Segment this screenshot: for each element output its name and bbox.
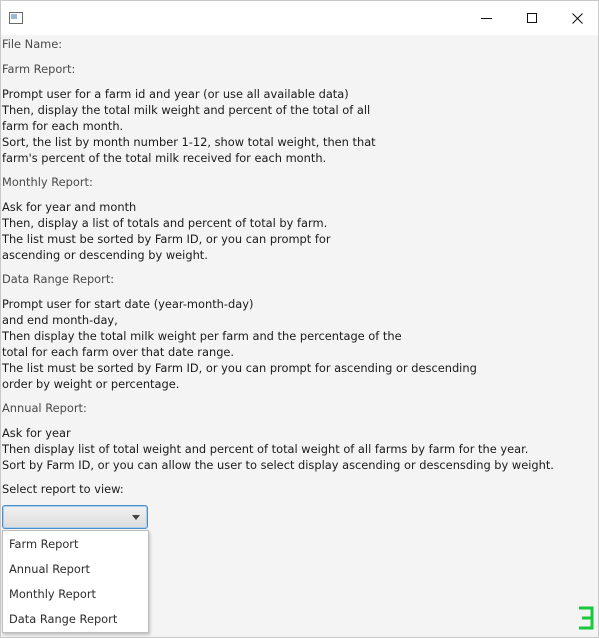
dropdown-option-monthly-report[interactable]: Monthly Report <box>3 582 148 607</box>
data-range-report-line: total for each farm over that date range… <box>2 345 235 359</box>
monthly-report-line: Then, display a list of totals and perce… <box>2 216 328 230</box>
dropdown-option-annual-report[interactable]: Annual Report <box>3 557 148 582</box>
overlay-badge-icon <box>579 606 594 630</box>
monthly-report-heading: Monthly Report: <box>2 175 93 189</box>
close-button[interactable] <box>554 1 599 35</box>
data-range-report-line: and end month-day, <box>2 313 118 327</box>
title-bar[interactable] <box>1 1 598 35</box>
data-range-report-line: The list must be sorted by Farm ID, or y… <box>2 361 477 375</box>
farm-report-line: Then, display the total milk weight and … <box>2 103 371 117</box>
report-select-dropdown: Farm Report Annual Report Monthly Report… <box>2 530 149 633</box>
minimize-button[interactable] <box>464 1 510 35</box>
file-name-label: File Name: <box>2 37 63 51</box>
dropdown-option-farm-report[interactable]: Farm Report <box>3 532 148 557</box>
app-window: File Name: Farm Report: Prompt user for … <box>0 0 599 638</box>
farm-report-line: farm's percent of the total milk receive… <box>2 151 327 165</box>
monthly-report-line: Ask for year and month <box>2 200 137 214</box>
monthly-report-line: The list must be sorted by Farm ID, or y… <box>2 232 331 246</box>
maximize-button[interactable] <box>509 1 555 35</box>
chevron-down-icon[interactable] <box>132 515 140 520</box>
annual-report-line: Ask for year <box>2 426 71 440</box>
close-icon <box>572 13 583 24</box>
dropdown-option-data-range-report[interactable]: Data Range Report <box>3 607 148 632</box>
annual-report-heading: Annual Report: <box>2 401 87 415</box>
select-report-label: Select report to view: <box>2 482 124 496</box>
data-range-report-line: order by weight or percentage. <box>2 377 180 391</box>
farm-report-line: Sort, the list by month number 1-12, sho… <box>2 135 376 149</box>
data-range-report-line: Then display the total milk weight per f… <box>2 329 402 343</box>
farm-report-line: farm for each month. <box>2 119 124 133</box>
app-window-icon <box>9 12 23 24</box>
data-range-report-line: Prompt user for start date (year-month-d… <box>2 297 254 311</box>
annual-report-line: Then display list of total weight and pe… <box>2 442 529 456</box>
farm-report-line: Prompt user for a farm id and year (or u… <box>2 87 349 101</box>
farm-report-heading: Farm Report: <box>2 62 76 76</box>
data-range-report-heading: Data Range Report: <box>2 272 115 286</box>
annual-report-line: Sort by Farm ID, or you can allow the us… <box>2 458 554 472</box>
monthly-report-line: ascending or descending by weight. <box>2 248 208 262</box>
report-select[interactable] <box>2 505 148 529</box>
